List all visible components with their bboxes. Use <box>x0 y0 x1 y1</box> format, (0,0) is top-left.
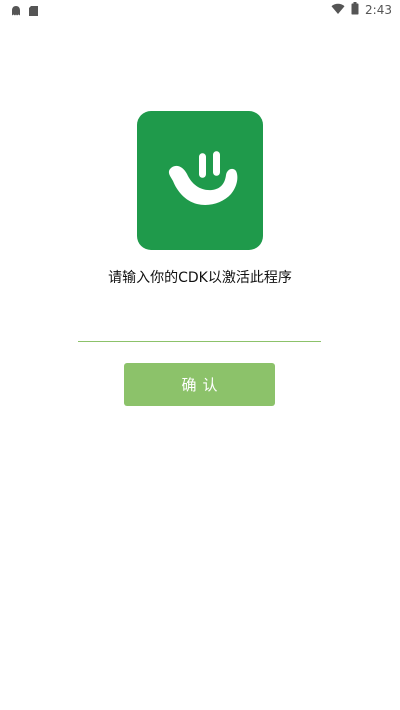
confirm-button[interactable]: 确认 <box>124 363 275 406</box>
battery-icon <box>351 0 359 19</box>
status-bar: 2:43 <box>0 0 400 19</box>
status-bar-right: 2:43 <box>331 0 392 19</box>
wifi-icon <box>331 0 345 19</box>
status-bar-left <box>10 2 39 21</box>
cdk-input[interactable] <box>78 314 321 342</box>
activation-screen: 2:43 请输入你的CDK以激活此程序 确认 <box>0 0 400 710</box>
activation-prompt: 请输入你的CDK以激活此程序 <box>108 270 292 286</box>
app-logo <box>137 111 263 250</box>
ghost-notification-icon <box>10 2 22 21</box>
status-time: 2:43 <box>365 2 392 17</box>
sd-card-icon <box>28 2 39 21</box>
smiley-hand-logo-icon <box>168 151 238 205</box>
